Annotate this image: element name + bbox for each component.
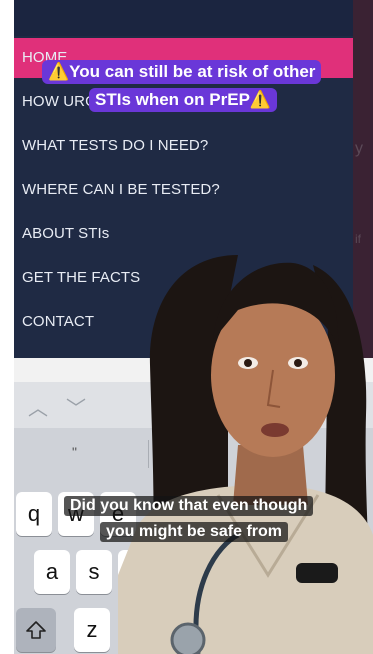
subtitle-line1: Did you know that even though — [64, 496, 314, 516]
warning-caption-line2: STIs when on PrEP⚠️ — [89, 88, 278, 112]
subtitle-line2: you might be safe from — [100, 522, 289, 542]
warning-icon: ⚠️ — [48, 62, 70, 81]
presenter-video — [118, 255, 373, 654]
shift-key[interactable] — [16, 608, 56, 652]
shift-icon — [26, 621, 46, 639]
background-glyph: y — [355, 140, 363, 157]
video-frame: y if HOME HOW URG WHAT TESTS DO I NEED? … — [0, 0, 373, 654]
menu-item-where-tested[interactable]: WHERE CAN I BE TESTED? — [14, 170, 353, 210]
key-a[interactable]: a — [34, 550, 70, 594]
status-strip — [14, 0, 353, 36]
chevron-down-icon[interactable]: ﹀ — [66, 392, 86, 421]
menu-item-what-tests[interactable]: WHAT TESTS DO I NEED? — [14, 126, 353, 166]
warning-icon: ⚠️ — [249, 90, 272, 109]
warning-caption-line1: ⚠️You can still be at risk of other — [42, 60, 322, 84]
key-z[interactable]: z — [74, 608, 110, 652]
suggestion-quote[interactable]: " — [72, 444, 77, 460]
key-q[interactable]: q — [16, 492, 52, 536]
background-glyph: if — [355, 232, 361, 246]
key-s[interactable]: s — [76, 550, 112, 594]
chevron-up-icon[interactable]: ︿ — [28, 392, 48, 421]
warning-text: You can still be at risk of other — [69, 62, 316, 81]
warning-text: STIs when on PrEP — [95, 90, 250, 109]
